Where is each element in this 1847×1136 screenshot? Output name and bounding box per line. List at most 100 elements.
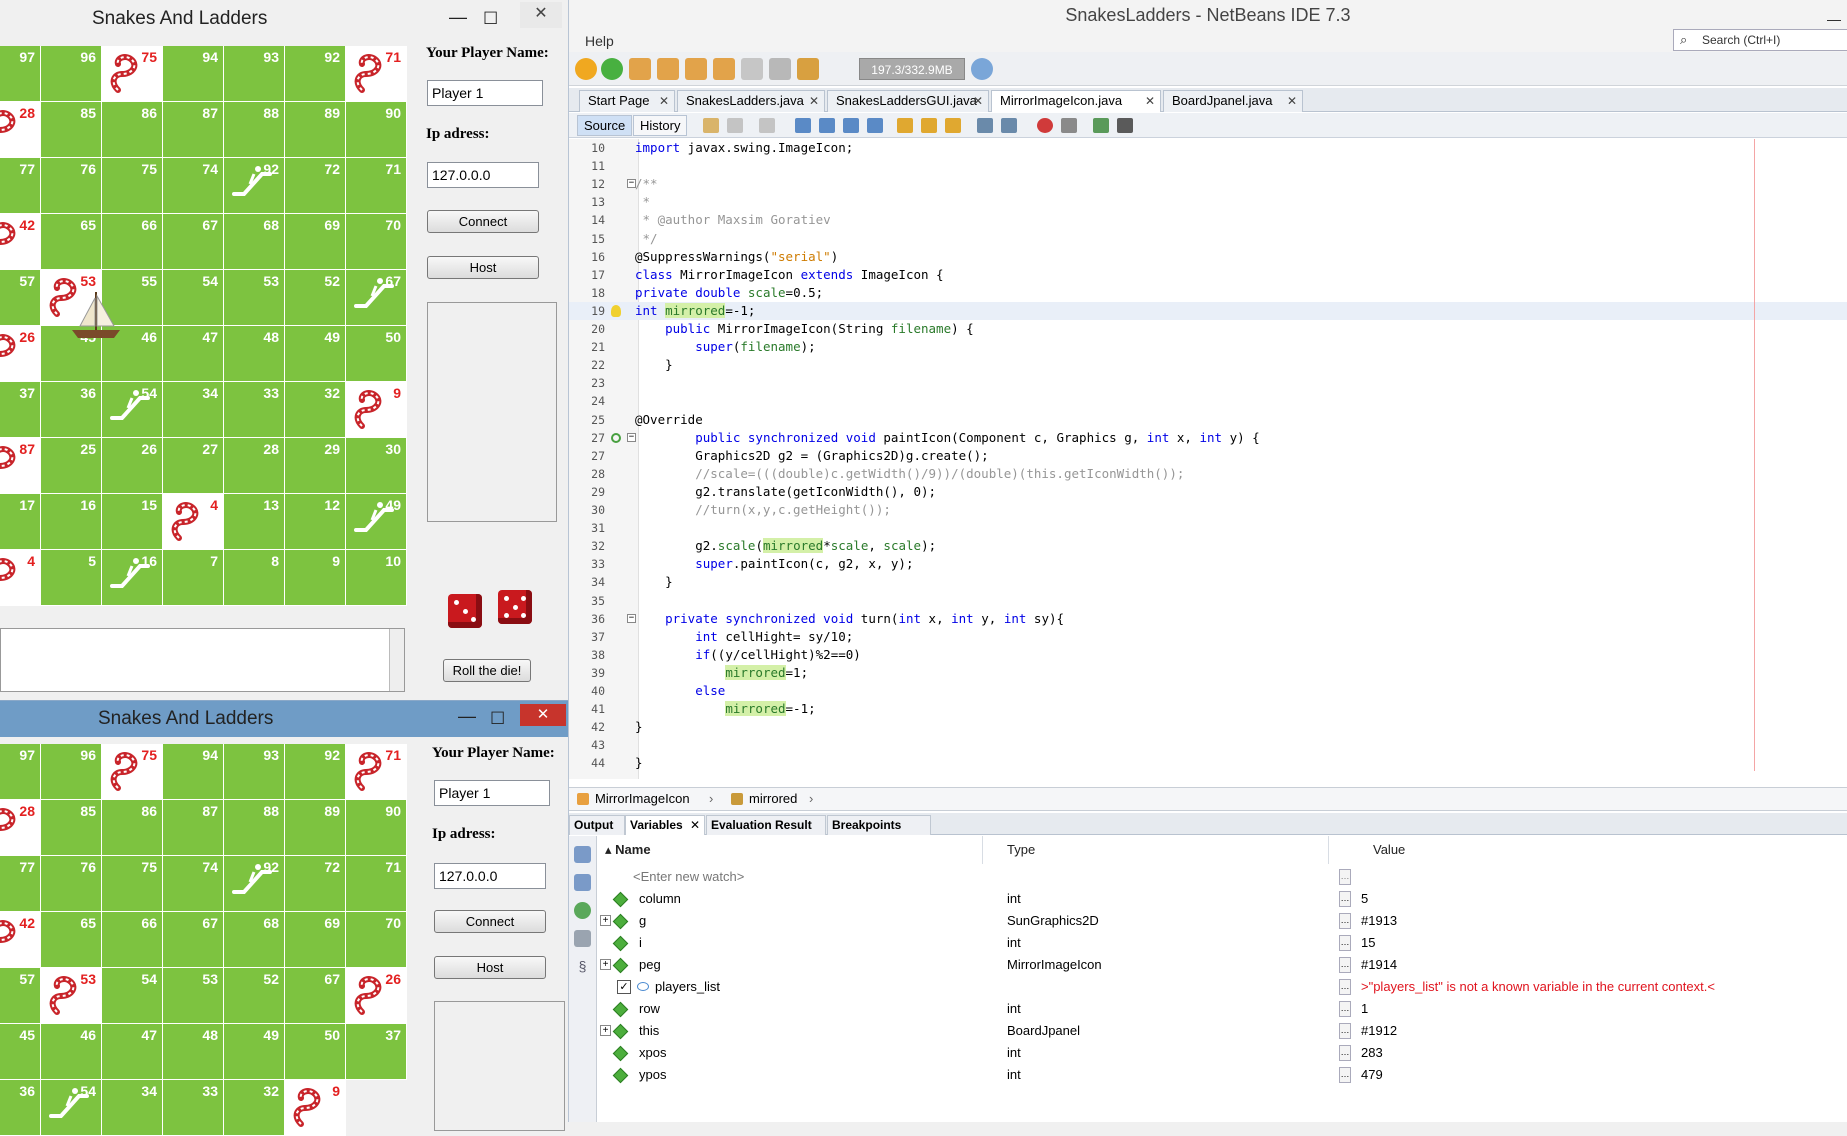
ip-field[interactable]: 127.0.0.0 xyxy=(427,162,539,188)
edit-value-button[interactable]: … xyxy=(1339,1023,1351,1039)
variable-row[interactable]: + g SunGraphics2D … #1913 xyxy=(597,910,1847,932)
code-line[interactable]: 16 @SuppressWarnings("serial") xyxy=(569,248,1847,266)
code-line[interactable]: 17 class MirrorImageIcon extends ImageIco… xyxy=(569,266,1847,284)
continue-icon[interactable] xyxy=(601,58,623,80)
close-tab-icon[interactable]: ✕ xyxy=(1287,91,1297,111)
new-watch-row[interactable]: <Enter new watch> … xyxy=(597,866,1847,888)
maximize-button[interactable]: ☐ xyxy=(483,0,498,38)
find-selection-icon[interactable] xyxy=(867,118,883,133)
code-line[interactable]: 44} xyxy=(569,754,1847,772)
code-line[interactable]: 14 * @author Maxsim Goratiev xyxy=(569,211,1847,229)
variable-value[interactable]: >"players_list" is not a known variable … xyxy=(1361,976,1715,998)
code-line[interactable]: 19 int mirrored=-1; xyxy=(569,301,1847,320)
fold-toggle-icon[interactable]: − xyxy=(627,179,636,189)
host-button[interactable]: Host xyxy=(427,256,539,279)
variable-value[interactable]: 479 xyxy=(1361,1064,1383,1086)
edit-value-button[interactable]: … xyxy=(1339,957,1351,973)
edit-value-button[interactable]: … xyxy=(1339,1067,1351,1083)
close-tab-icon[interactable]: ✕ xyxy=(690,816,700,834)
connect-button[interactable]: Connect xyxy=(434,910,546,933)
watch-checkbox[interactable]: ✓ xyxy=(617,980,631,994)
variable-row[interactable]: xpos int … 283 xyxy=(597,1042,1847,1064)
variable-value[interactable]: #1912 xyxy=(1361,1020,1397,1042)
tab-start-page[interactable]: Start Page ✕ xyxy=(579,90,675,112)
maximize-button[interactable]: ☐ xyxy=(490,700,505,738)
code-line[interactable]: 39 mirrored=1; xyxy=(569,664,1847,682)
player-name-field[interactable]: Player 1 xyxy=(434,780,550,806)
step-out-icon[interactable] xyxy=(713,58,735,80)
code-line[interactable]: 21 super(filename); xyxy=(569,338,1847,356)
hint-bulb-icon[interactable] xyxy=(611,304,621,317)
variable-row[interactable]: + this BoardJpanel … #1912 xyxy=(597,1020,1847,1042)
variable-row[interactable]: column int … 5 xyxy=(597,888,1847,910)
code-editor[interactable]: 10 import javax.swing.ImageIcon; 11 12/** −1… xyxy=(569,139,1847,779)
back-icon[interactable] xyxy=(703,118,719,133)
filter-icon[interactable] xyxy=(574,902,591,919)
pause-icon[interactable] xyxy=(575,58,597,80)
find-icon[interactable] xyxy=(795,118,811,133)
uncomment-icon[interactable] xyxy=(1117,118,1133,133)
breadcrumb-member[interactable]: mirrored xyxy=(749,788,797,810)
player-name-field[interactable]: Player 1 xyxy=(427,80,543,106)
variable-row[interactable]: ✓ players_list … >"players_list" is not a k… xyxy=(597,976,1847,998)
code-line[interactable]: 32 g2.scale(mirrored*scale, scale); xyxy=(569,537,1847,555)
code-line[interactable]: 12 /** − xyxy=(569,175,1847,193)
ip-field[interactable]: 127.0.0.0 xyxy=(434,863,546,889)
variable-row[interactable]: i int … 15 xyxy=(597,932,1847,954)
edit-value-button[interactable]: … xyxy=(1339,1045,1351,1061)
close-tab-icon[interactable]: ✕ xyxy=(973,91,983,111)
tab-variables[interactable]: Variables ✕ xyxy=(625,815,705,835)
code-line[interactable]: 37 int cellHight= sy/10; xyxy=(569,628,1847,646)
source-button[interactable]: Source xyxy=(577,115,633,136)
code-line[interactable]: 41 mirrored=-1; xyxy=(569,700,1847,718)
variable-row[interactable]: ypos int … 479 xyxy=(597,1064,1847,1086)
log-textarea[interactable] xyxy=(0,628,405,692)
tab-snakesladders[interactable]: SnakesLadders.java ✕ xyxy=(677,90,825,112)
menu-help[interactable]: Help xyxy=(585,33,614,49)
roll-die-button[interactable]: Roll the die! xyxy=(443,659,531,682)
new-watch-icon[interactable] xyxy=(574,846,591,863)
previous-bookmark-icon[interactable] xyxy=(921,118,937,133)
apply-changes-icon[interactable] xyxy=(769,58,791,80)
code-line[interactable]: 18 private double scale=0.5; xyxy=(569,284,1847,302)
log-scrollbar[interactable] xyxy=(389,629,404,691)
tab-breakpoints[interactable]: Breakpoints xyxy=(827,815,931,835)
next-bookmark-icon[interactable] xyxy=(945,118,961,133)
variable-value[interactable]: 15 xyxy=(1361,932,1375,954)
new-watch-placeholder[interactable]: <Enter new watch> xyxy=(633,866,744,888)
code-line[interactable]: 30 //turn(x,y,c.getHeight()); xyxy=(569,501,1847,519)
tab-output[interactable]: Output xyxy=(569,815,625,835)
code-line[interactable]: 13 * xyxy=(569,193,1847,211)
code-line[interactable]: 24 xyxy=(569,392,1847,410)
close-button[interactable]: ✕ xyxy=(520,2,562,28)
watch-icon[interactable] xyxy=(574,874,591,891)
code-line[interactable]: 36 private synchronized void turn(int x,… xyxy=(569,610,1847,628)
expand-icon[interactable]: + xyxy=(600,915,611,926)
code-line[interactable]: 27 public synchronized void paintIcon(Co… xyxy=(569,429,1847,447)
step-over-icon[interactable] xyxy=(629,58,651,80)
header-type[interactable]: Type xyxy=(983,836,1329,864)
variable-row[interactable]: row int … 1 xyxy=(597,998,1847,1020)
tab-mirrorimageicon[interactable]: MirrorImageIcon.java ✕ xyxy=(991,90,1161,112)
edit-value-button[interactable]: … xyxy=(1339,979,1351,995)
static-icon[interactable] xyxy=(574,930,591,947)
shift-right-icon[interactable] xyxy=(1001,118,1017,133)
variable-value[interactable]: #1913 xyxy=(1361,910,1397,932)
code-line[interactable]: 10 import javax.swing.ImageIcon; xyxy=(569,139,1847,157)
search-box[interactable]: ⌕ Search (Ctrl+I) xyxy=(1673,29,1847,51)
tab-snakesladdersgui[interactable]: SnakesLaddersGUI.java ✕ xyxy=(827,90,989,112)
close-tab-icon[interactable]: ✕ xyxy=(1145,91,1155,111)
edit-value-button[interactable]: … xyxy=(1339,1001,1351,1017)
close-tab-icon[interactable]: ✕ xyxy=(809,91,819,111)
code-line[interactable]: 31 xyxy=(569,519,1847,537)
host-button[interactable]: Host xyxy=(434,956,546,979)
run-to-cursor-icon[interactable] xyxy=(741,58,763,80)
variable-value[interactable]: 5 xyxy=(1361,888,1368,910)
code-line[interactable]: 27 Graphics2D g2 = (Graphics2D)g.create(… xyxy=(569,447,1847,465)
stop-macro-icon[interactable] xyxy=(1061,118,1077,133)
connect-button[interactable]: Connect xyxy=(427,210,539,233)
fold-toggle-icon[interactable]: − xyxy=(627,613,636,623)
edit-value-button[interactable]: … xyxy=(1339,935,1351,951)
header-value[interactable]: Value xyxy=(1329,836,1847,864)
tab-boardjpanel[interactable]: BoardJpanel.java ✕ xyxy=(1163,90,1303,112)
